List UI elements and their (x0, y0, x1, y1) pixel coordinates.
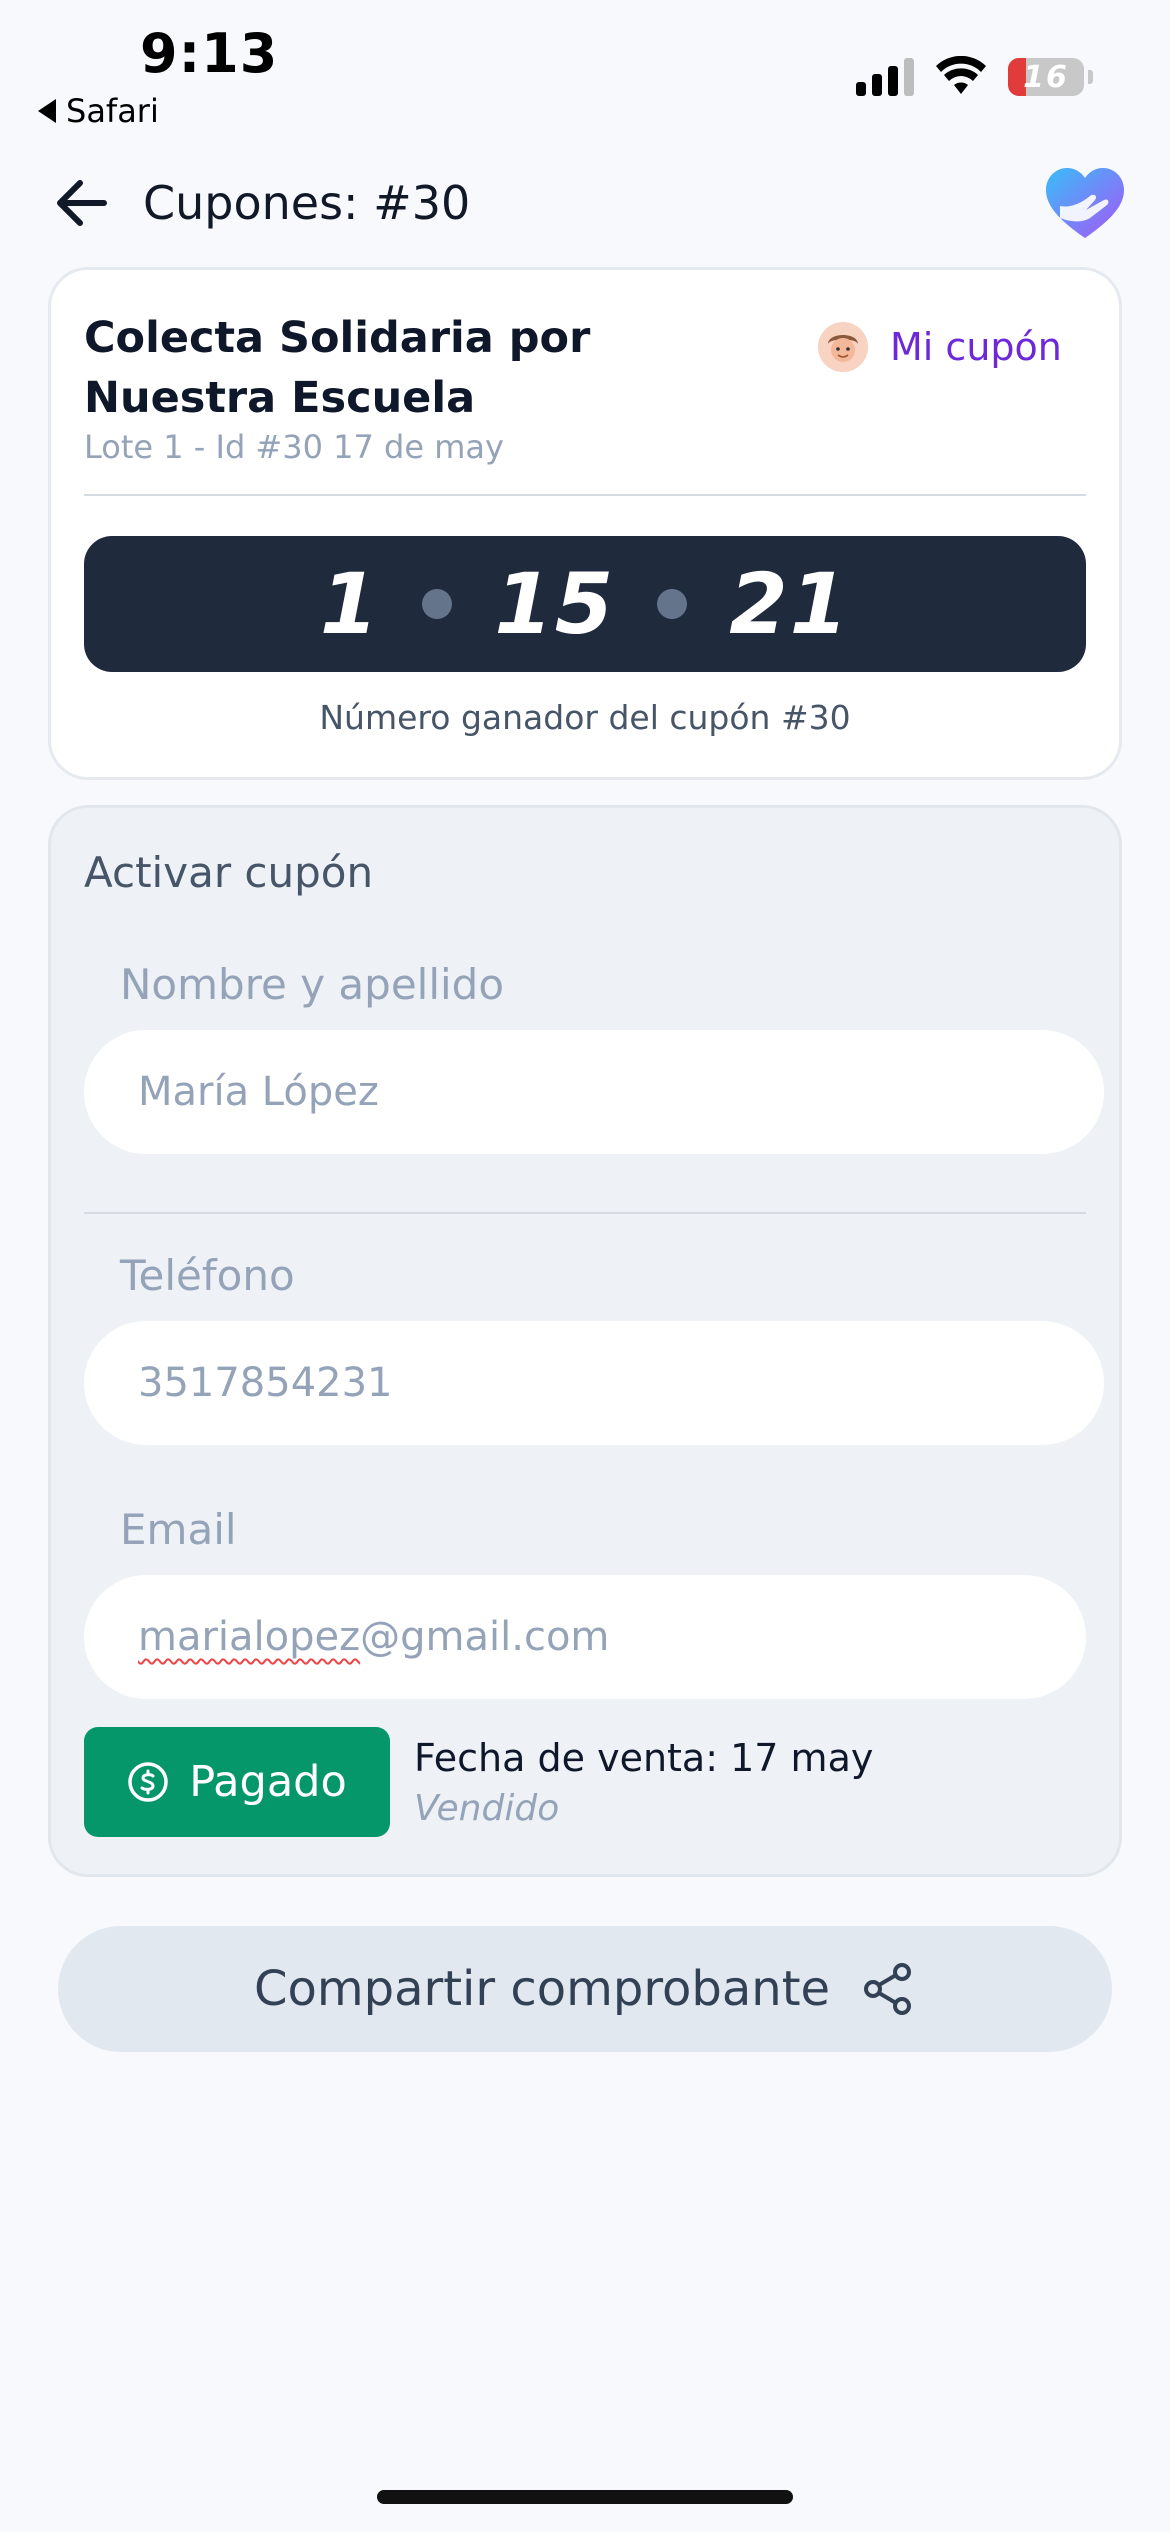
back-arrow-icon[interactable] (52, 175, 112, 231)
share-receipt-button[interactable]: Compartir comprobante (58, 1926, 1112, 2052)
email-user: marialopez (138, 1614, 361, 1660)
winner-caption: Número ganador del cupón #30 (319, 698, 851, 737)
paid-status-button[interactable]: Pagado (84, 1727, 390, 1837)
cellular-signal-icon (856, 58, 914, 96)
screen: 9:13 Safari 16 Cupones: #30 Colecta Soli… (0, 0, 1170, 2532)
winning-number-2: 15 (494, 555, 616, 653)
sale-date-label: Fecha de venta: (414, 1736, 719, 1780)
number-separator-dot (422, 589, 453, 619)
my-coupon-button[interactable]: Mi cupón (818, 322, 1062, 372)
winning-number-1: 1 (319, 555, 381, 653)
battery-level: 16 (1023, 60, 1069, 95)
name-field[interactable]: María López (84, 1030, 1104, 1154)
status-time: 9:13 (140, 22, 279, 85)
campaign-meta: Lote 1 - Id #30 17 de may (84, 428, 504, 466)
app-logo-heart-hand-icon (1046, 168, 1124, 238)
battery-icon: 16 (1008, 58, 1084, 96)
email-value: marialopez@gmail.com (138, 1614, 609, 1660)
my-coupon-label: Mi cupón (890, 325, 1062, 369)
back-triangle-icon (38, 99, 56, 123)
back-app-label: Safari (66, 92, 159, 130)
name-value: María López (138, 1069, 379, 1115)
phone-label: Teléfono (120, 1251, 295, 1300)
sale-date-value: 17 may (730, 1736, 874, 1780)
name-label: Nombre y apellido (120, 960, 505, 1009)
avatar (818, 322, 868, 372)
email-field[interactable]: marialopez@gmail.com (84, 1575, 1086, 1699)
back-to-safari[interactable]: Safari (38, 92, 159, 130)
email-domain: @gmail.com (360, 1614, 610, 1660)
divider (84, 1212, 1086, 1214)
wifi-icon (936, 56, 986, 94)
number-separator-dot (657, 589, 688, 619)
sale-status: Vendido (414, 1788, 560, 1829)
activate-section-title: Activar cupón (84, 848, 374, 897)
winning-number-bar: 1 15 21 (84, 536, 1086, 672)
page-title: Cupones: #30 (143, 176, 471, 230)
campaign-title: Colecta Solidaria por Nuestra Escuela (84, 313, 591, 423)
home-indicator[interactable] (377, 2490, 793, 2504)
dollar-circle-icon (128, 1762, 168, 1802)
sale-date: Fecha de venta: 17 may (414, 1736, 873, 1780)
avatar-face-icon (818, 322, 868, 372)
winning-number-3: 21 (729, 555, 851, 653)
share-button-label: Compartir comprobante (253, 1961, 831, 2017)
battery-tip (1088, 70, 1093, 84)
paid-label: Pagado (189, 1757, 347, 1807)
phone-field[interactable]: 3517854231 (84, 1321, 1104, 1445)
phone-value: 3517854231 (138, 1360, 393, 1406)
email-label: Email (120, 1505, 237, 1554)
share-icon (864, 1963, 912, 2015)
divider (84, 494, 1086, 496)
